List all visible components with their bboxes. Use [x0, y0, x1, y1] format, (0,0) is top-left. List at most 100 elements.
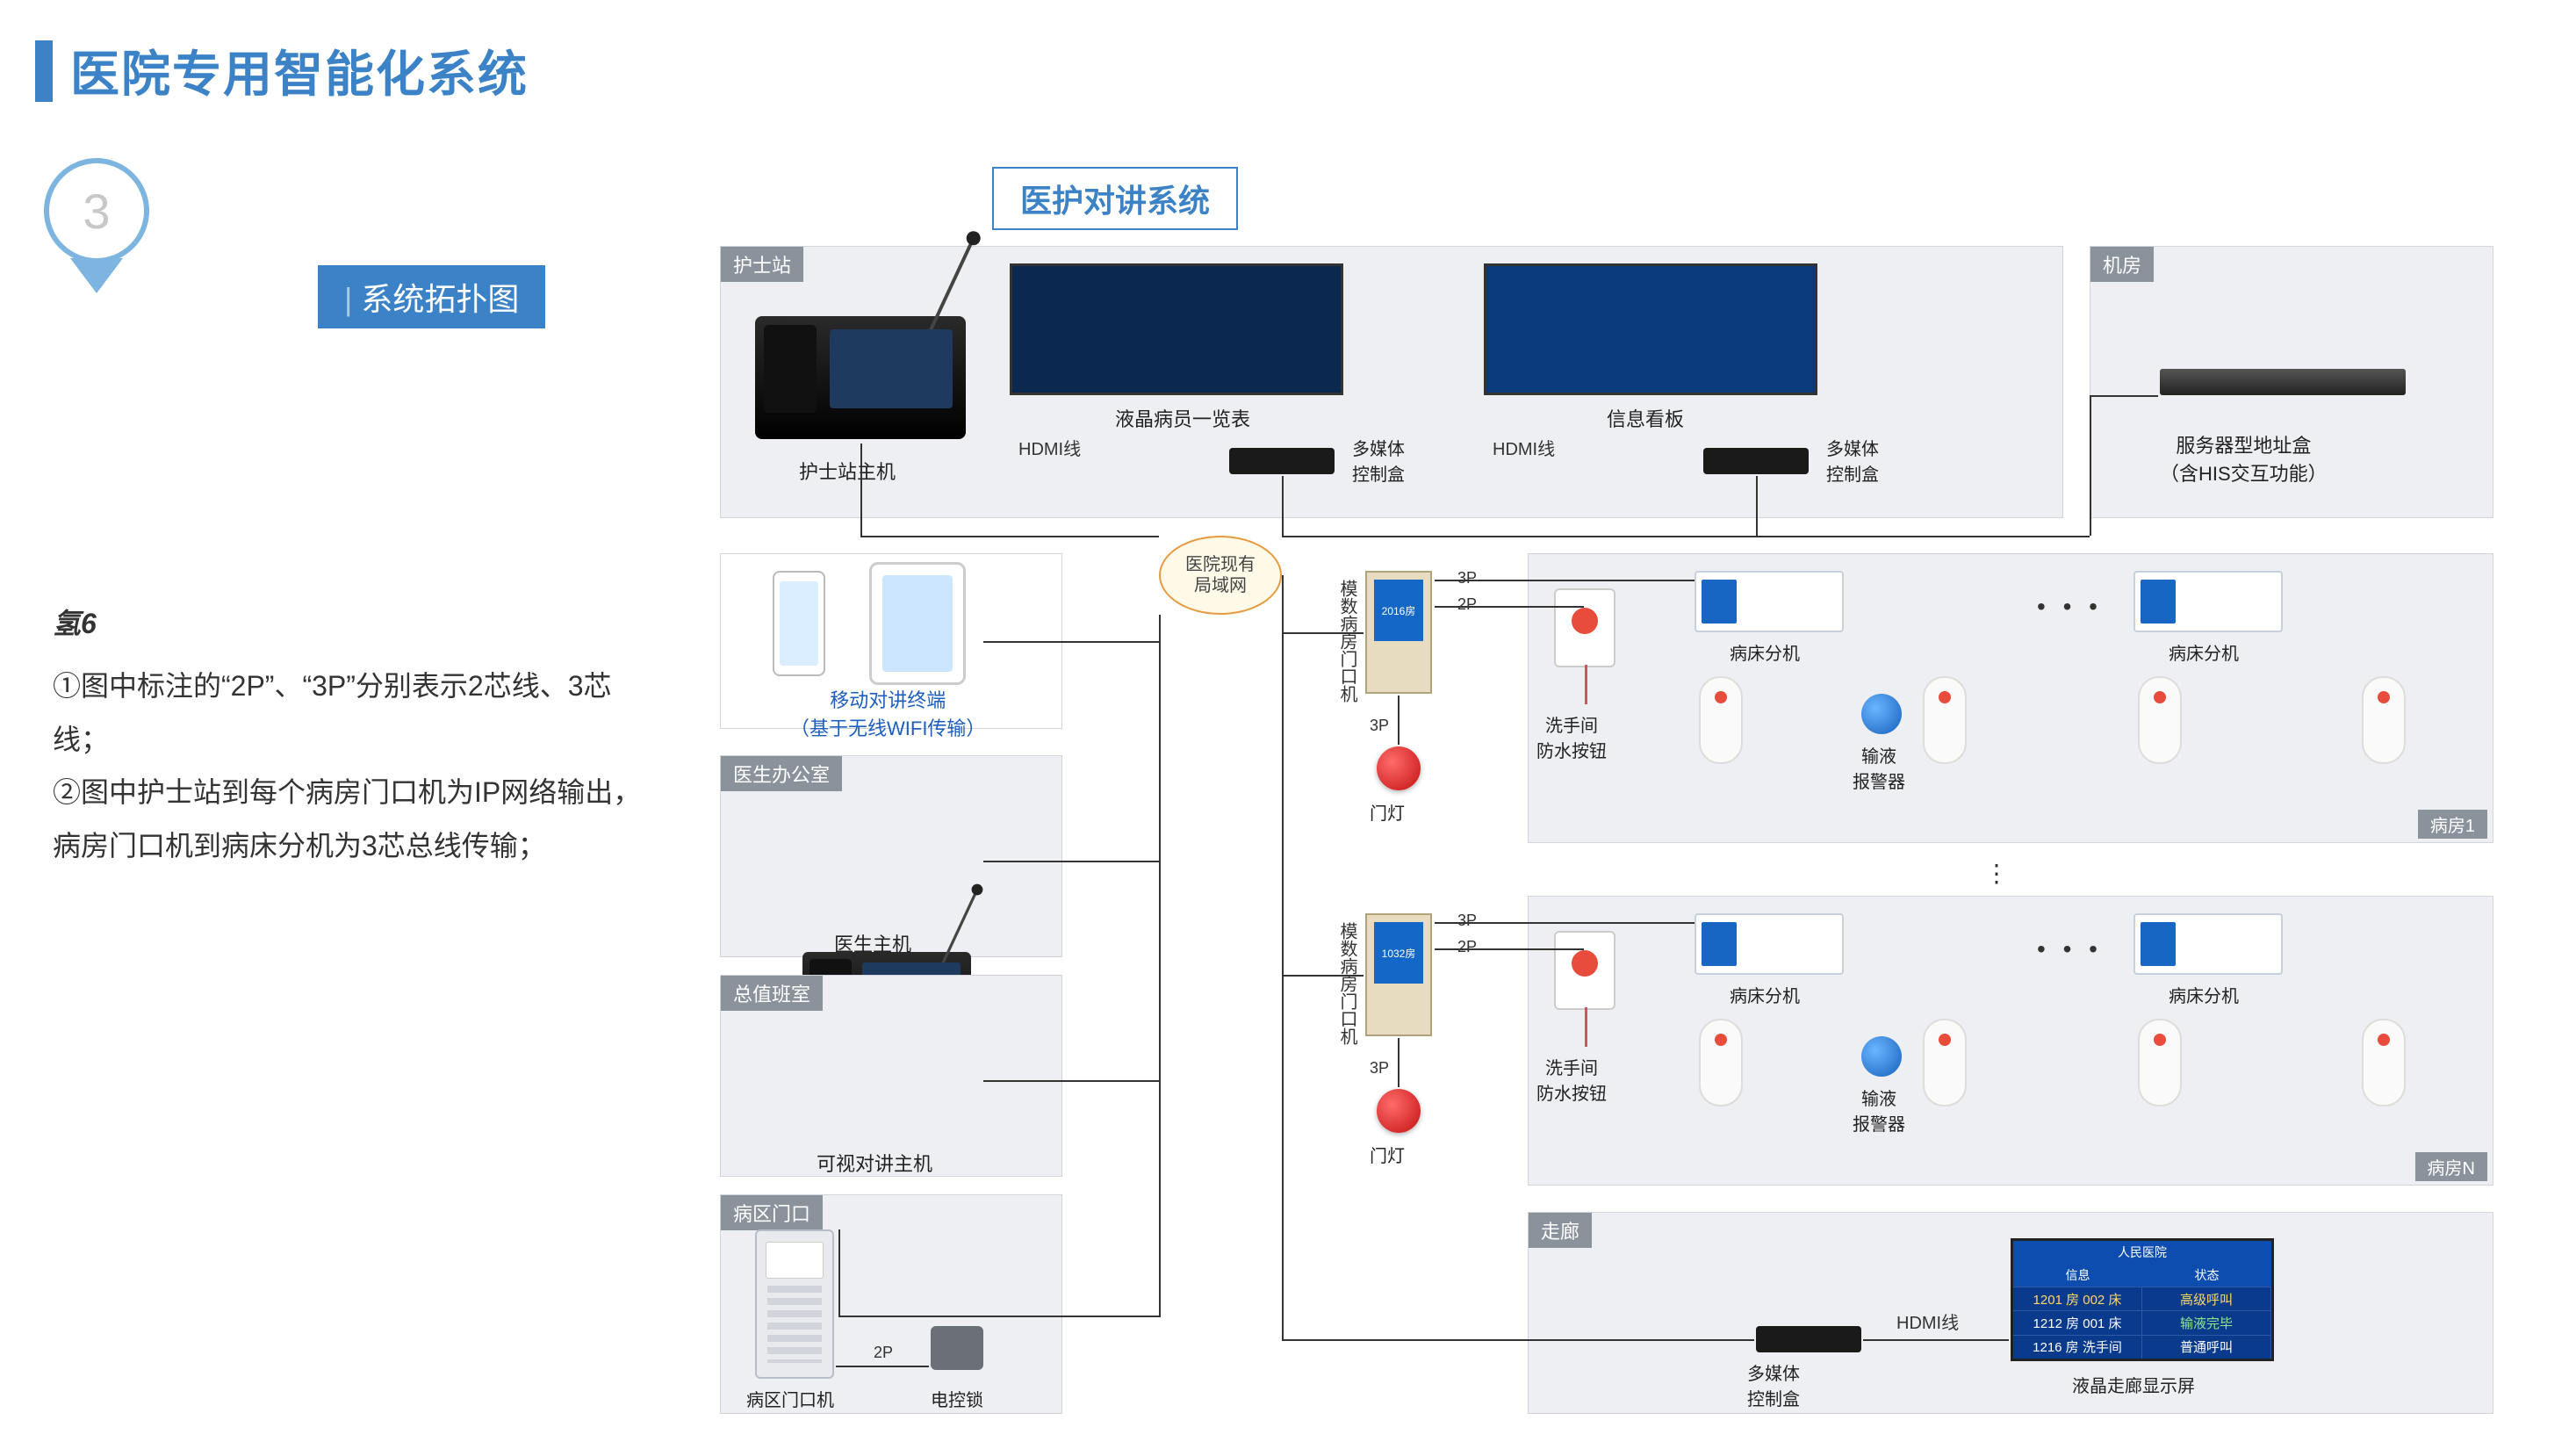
zone-roomN: 病房N [1528, 896, 2493, 1186]
wc-btn-N [1554, 931, 1615, 1010]
elock-device [931, 1326, 983, 1370]
c-r0c0: 1201 房 002 床 [2013, 1287, 2142, 1310]
door-lamp-N-label: 门灯 [1370, 1142, 1405, 1167]
tablet-icon [869, 562, 966, 685]
system-label: 医护对讲系统 [992, 167, 1238, 230]
bed-ext-Nb [2133, 913, 2283, 975]
zone-doctor-hdr: 医生办公室 [721, 756, 842, 791]
door-lamp-1-label: 门灯 [1370, 799, 1405, 825]
remote-Na [1699, 1019, 1743, 1107]
hdmi-1: HDMI线 [1018, 435, 1081, 460]
iv-alarm-1-label: 输液 报警器 [1853, 742, 1905, 793]
remote-Nc [2138, 1019, 2182, 1107]
c-r2c0: 1216 房 洗手间 [2013, 1336, 2142, 1359]
remote-1d [2362, 676, 2406, 764]
server-device [2160, 369, 2406, 395]
info-board-label: 信息看板 [1607, 404, 1684, 432]
c-r2c1: 普通呼叫 [2142, 1336, 2271, 1359]
l-dl1 [1398, 696, 1400, 745]
notes-header: 氢6 [53, 597, 650, 651]
l-mobile [983, 641, 1159, 643]
l-trunk-left [1159, 615, 1161, 1317]
bed-ext-Na [1695, 913, 1844, 975]
bed-ext-1a [1695, 571, 1844, 632]
badge-number: 3 [44, 158, 149, 263]
pullcord-icon [1585, 665, 1587, 704]
p2-gate: 2P [874, 1344, 893, 1362]
p3-rNb: 3P [1370, 1059, 1389, 1078]
remote-1b [1923, 676, 1967, 764]
door-lamp-1 [1377, 746, 1421, 790]
c-r0c1: 高级呼叫 [2142, 1287, 2271, 1310]
title-text: 医院专用智能化系统 [70, 35, 529, 106]
lcd-patient-screen [1010, 263, 1343, 395]
door-unit-1-scr: 2016房 [1374, 580, 1423, 641]
corridor-col-0: 信息 [2066, 1266, 2090, 1284]
badge-tail-icon [70, 258, 123, 293]
l-top-h [1282, 536, 2090, 537]
corridor-scr-title: 人民医院 [2013, 1244, 2271, 1261]
page-title: 医院专用智能化系统 [35, 35, 529, 106]
room1-tag: 病房1 [2418, 810, 2487, 839]
bed-ext-Na-label: 病床分机 [1730, 982, 1800, 1007]
room-door-label-N: 模数病房门口机 [1335, 922, 1360, 1045]
media-box-corridor [1756, 1326, 1861, 1352]
lan-hub: 医院现有 局域网 [1159, 536, 1282, 615]
roomN-tag: 病房N [2415, 1152, 2487, 1181]
iv-alarm-N [1861, 1036, 1902, 1077]
door-unit-1: 2016房 [1365, 571, 1432, 694]
l-nursehost [860, 443, 862, 536]
p2-rN: 2P [1457, 938, 1477, 956]
wc-btn-1 [1554, 588, 1615, 667]
bed-ext-1b [2133, 571, 2283, 632]
l-mb2 [1756, 476, 1758, 537]
media-box-2-label: 多媒体 控制盒 [1826, 435, 1879, 486]
dots-r1: • • • [2037, 593, 2103, 621]
media-box-2 [1703, 448, 1809, 474]
dots-rN: • • • [2037, 935, 2103, 963]
note-1: ①图中标注的“2P”、“3P”分别表示2芯线、3芯线； [53, 660, 650, 767]
door-unit-N: 1032房 [1365, 913, 1432, 1036]
l-duty [983, 1080, 1159, 1082]
l-svr-h [2090, 395, 2158, 397]
c-r1c1: 输液完毕 [2142, 1311, 2271, 1334]
corridor-col-1: 状态 [2195, 1266, 2220, 1284]
dots-rooms: ⋮ [1984, 859, 2014, 888]
mobile-label: 移动对讲终端 （基于无线WIFI传输） [790, 685, 985, 741]
p3-r1a: 3P [1457, 569, 1477, 588]
p3-r1b: 3P [1370, 717, 1389, 735]
iv-alarm-N-label: 输液 报警器 [1853, 1085, 1905, 1135]
media-box-1-label: 多媒体 控制盒 [1352, 435, 1405, 486]
p2-r1: 2P [1457, 595, 1477, 614]
p3-rNa: 3P [1457, 912, 1477, 930]
nurse-host-device [755, 316, 966, 439]
l-room1 [1282, 632, 1364, 634]
iv-alarm-1 [1861, 694, 1902, 734]
corridor-screen: 人民医院 信息 状态 1201 房 002 床高级呼叫 1212 房 001 床… [2011, 1238, 2274, 1361]
note-2: ②图中护士站到每个病房门口机为IP网络输出，病房门口机到病床分机为3芯总线传输； [53, 766, 650, 873]
ward-door-label: 病区门口机 [746, 1386, 834, 1411]
wc-btn-N-label: 洗手间 防水按钮 [1536, 1054, 1607, 1105]
section-badge: 3 [44, 158, 149, 293]
l-nurse-h [860, 536, 1159, 537]
ward-door-device [755, 1229, 834, 1379]
l-trunk-right [1282, 575, 1284, 1339]
media-box-1 [1229, 448, 1335, 474]
duty-host-label: 可视对讲主机 [817, 1149, 932, 1177]
l-dlN [1398, 1038, 1400, 1087]
zone-corridor-hdr: 走廊 [1529, 1213, 1592, 1248]
remote-Nb [1923, 1019, 1967, 1107]
zone-duty-hdr: 总值班室 [721, 976, 823, 1011]
zone-ward-gate-hdr: 病区门口 [721, 1195, 823, 1230]
elock-label: 电控锁 [931, 1386, 983, 1411]
c-r1c0: 1212 房 001 床 [2013, 1311, 2142, 1334]
zone-nurse-hdr: 护士站 [721, 247, 803, 282]
hub-l1: 医院现有 [1185, 554, 1256, 575]
l-doctor [983, 861, 1159, 862]
l-corridor [1282, 1339, 1754, 1341]
room-door-label-1: 模数病房门口机 [1335, 580, 1360, 703]
media-box-corridor-label: 多媒体 控制盒 [1747, 1359, 1800, 1410]
l-corridor2 [1863, 1339, 2009, 1341]
hub-l2: 局域网 [1194, 575, 1247, 596]
nurse-host-label: 护士站主机 [799, 457, 896, 485]
